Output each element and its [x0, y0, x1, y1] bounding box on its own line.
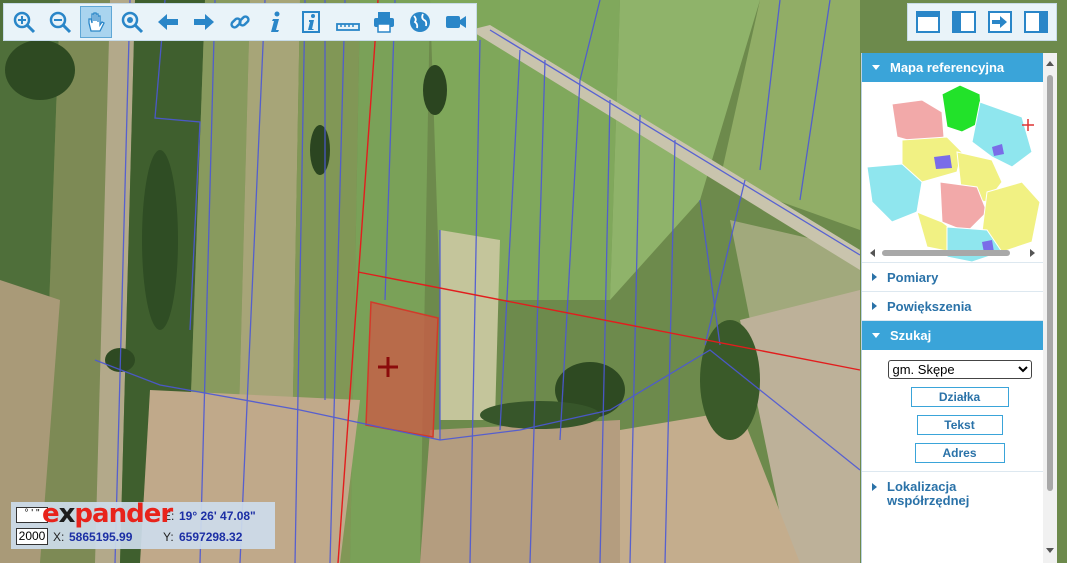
main-toolbar — [3, 3, 477, 41]
reference-map-image — [862, 82, 1044, 263]
export-arrow-icon — [988, 11, 1012, 33]
longitude-value: 19° 26' 47.08" — [179, 509, 256, 523]
y-label: Y: — [163, 530, 174, 544]
forward-button[interactable] — [188, 6, 220, 38]
logo-part-x: x — [58, 499, 76, 529]
zooms-header[interactable]: Powiększenia — [862, 292, 1057, 321]
logo-part-e: e — [42, 499, 60, 529]
info-button[interactable] — [260, 6, 292, 38]
search-title: Szukaj — [890, 328, 932, 343]
reference-map-title: Mapa referencyjna — [890, 60, 1005, 75]
chevron-right-icon — [872, 273, 877, 281]
globe-button[interactable] — [404, 6, 436, 38]
x-label: X: — [53, 530, 65, 544]
window-icon — [916, 11, 940, 33]
hand-icon — [88, 12, 105, 32]
logo-part-pander: pander — [74, 499, 173, 529]
zoom-in-button[interactable] — [8, 6, 40, 38]
location-header[interactable]: Lokalizacja współrzędnej — [862, 472, 1057, 508]
right-panel-icon — [1024, 11, 1048, 33]
expander-logo: expander — [42, 499, 173, 529]
chevron-right-icon — [872, 483, 877, 491]
reference-map[interactable] — [862, 82, 1057, 263]
layout-toolbar — [907, 3, 1057, 41]
link-icon — [230, 15, 250, 29]
left-panel-icon — [952, 11, 976, 33]
chevron-right-icon — [872, 302, 877, 310]
video-button[interactable] — [440, 6, 472, 38]
municipality-select[interactable]: gm. Skępe — [887, 360, 1032, 379]
search-header[interactable]: Szukaj — [862, 321, 1057, 350]
parcel-search-button[interactable]: Działka — [910, 387, 1009, 407]
camera-icon — [446, 16, 466, 28]
magnifier-icon — [121, 11, 144, 34]
text-search-button[interactable]: Tekst — [916, 415, 1003, 435]
layout-left-panel-button[interactable] — [949, 7, 979, 37]
zoom-out-button[interactable] — [44, 6, 76, 38]
scroll-up-icon[interactable] — [1043, 57, 1057, 71]
chevron-down-icon — [872, 65, 880, 70]
layout-right-panel-button[interactable] — [1021, 7, 1051, 37]
back-button[interactable] — [152, 6, 184, 38]
address-search-button[interactable]: Adres — [914, 443, 1005, 463]
ruler-icon — [336, 23, 360, 31]
reference-map-scrollbar[interactable] — [870, 248, 1035, 258]
globe-icon — [410, 12, 430, 32]
info-icon — [271, 11, 280, 32]
layout-export-button[interactable] — [985, 7, 1015, 37]
zooms-title: Powiększenia — [887, 298, 972, 314]
location-title-line1: Lokalizacja — [887, 479, 957, 494]
zoom-out-icon — [49, 11, 72, 34]
panel-scrollbar-thumb[interactable] — [1047, 75, 1053, 491]
chevron-down-icon — [872, 333, 880, 338]
x-value: 5865195.99 — [69, 530, 133, 544]
layout-full-button[interactable] — [913, 7, 943, 37]
printer-icon — [374, 12, 394, 33]
search-section: gm. Skępe Działka Tekst Adres — [862, 350, 1057, 472]
side-panel: Mapa referencyjna Pomiary Powiększenia S… — [861, 53, 1057, 563]
print-button[interactable] — [368, 6, 400, 38]
scroll-down-icon[interactable] — [1043, 543, 1057, 557]
location-title-line2: współrzędnej — [887, 493, 970, 508]
link-button[interactable] — [224, 6, 256, 38]
reference-map-header[interactable]: Mapa referencyjna — [862, 53, 1057, 82]
measurements-header[interactable]: Pomiary — [862, 263, 1057, 292]
pan-button[interactable] — [80, 6, 112, 38]
info-document-icon — [302, 11, 320, 33]
measurements-title: Pomiary — [887, 269, 939, 285]
y-value: 6597298.32 — [179, 530, 243, 544]
arrow-right-icon — [194, 14, 214, 30]
arrow-left-icon — [158, 14, 178, 30]
measure-button[interactable] — [332, 6, 364, 38]
panel-scrollbar[interactable] — [1043, 53, 1057, 563]
info-detail-button[interactable] — [296, 6, 328, 38]
zoom-in-icon — [13, 11, 36, 34]
scale-input[interactable]: 2000 — [16, 528, 48, 545]
zoom-extent-button[interactable] — [116, 6, 148, 38]
